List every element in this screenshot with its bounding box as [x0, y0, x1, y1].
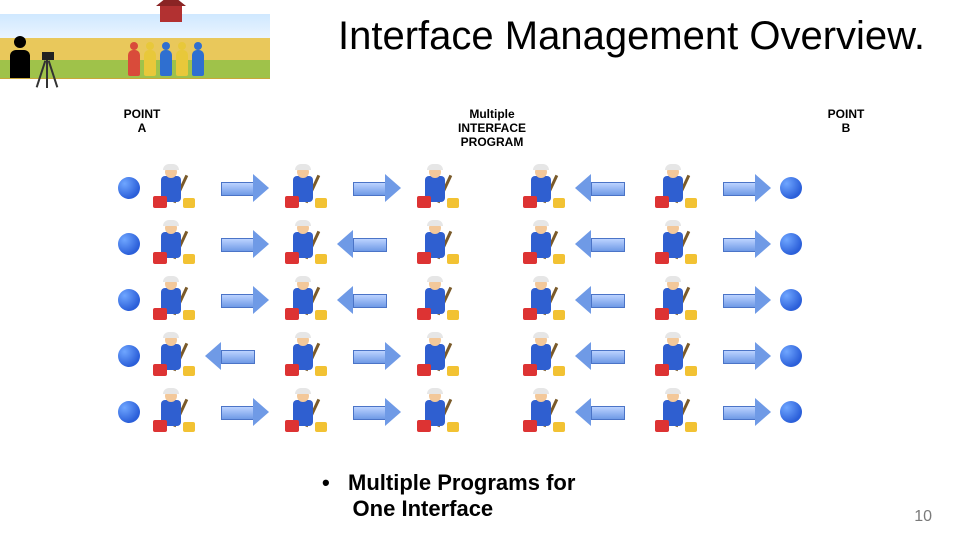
arrow-right-icon	[714, 276, 774, 324]
crowd-person-icon	[160, 50, 172, 76]
arrow-left-icon	[582, 220, 642, 268]
worker-icon	[410, 388, 470, 436]
worker-icon	[278, 164, 338, 212]
endpoint-dot	[780, 401, 802, 423]
worker-icon	[146, 276, 206, 324]
header-banner	[0, 14, 270, 78]
arrow-right-icon	[714, 332, 774, 380]
arrow-left-icon	[212, 332, 272, 380]
worker-icon	[648, 276, 708, 324]
endpoint-dot	[118, 345, 140, 367]
arrow-left-icon	[582, 164, 642, 212]
surveyor-icon	[6, 36, 34, 88]
label-point-b: POINT B	[822, 108, 870, 136]
page-number: 10	[914, 508, 932, 526]
crowd-person-icon	[176, 50, 188, 76]
diagram-row	[118, 160, 858, 216]
worker-icon	[516, 220, 576, 268]
worker-icon	[648, 220, 708, 268]
tripod-icon	[34, 54, 64, 88]
arrow-left-icon	[582, 332, 642, 380]
worker-icon	[278, 388, 338, 436]
arrow-left-icon	[582, 388, 642, 436]
arrow-right-icon	[212, 388, 272, 436]
arrow-right-icon	[212, 276, 272, 324]
arrow-right-icon	[212, 164, 272, 212]
arrow-right-icon	[344, 332, 404, 380]
arrow-left-icon	[344, 220, 404, 268]
endpoint-dot	[780, 177, 802, 199]
worker-icon	[410, 164, 470, 212]
worker-icon	[516, 332, 576, 380]
diagram-row	[118, 272, 858, 328]
crowd-icon	[128, 50, 204, 76]
diagram-row	[118, 216, 858, 272]
barn-icon	[160, 4, 182, 22]
worker-icon	[410, 276, 470, 324]
worker-icon	[146, 332, 206, 380]
worker-icon	[278, 220, 338, 268]
label-point-a: POINT A	[118, 108, 166, 136]
diagram-grid	[118, 160, 858, 440]
endpoint-dot	[780, 233, 802, 255]
arrow-right-icon	[714, 164, 774, 212]
slide-title: Interface Management Overview.	[338, 14, 925, 59]
worker-icon	[648, 332, 708, 380]
arrow-right-icon	[344, 164, 404, 212]
arrow-right-icon	[344, 388, 404, 436]
endpoint-dot	[780, 345, 802, 367]
arrow-right-icon	[212, 220, 272, 268]
worker-icon	[516, 276, 576, 324]
endpoint-dot	[118, 289, 140, 311]
arrow-left-icon	[582, 276, 642, 324]
crowd-person-icon	[144, 50, 156, 76]
endpoint-dot	[780, 289, 802, 311]
banner-sky	[0, 14, 270, 38]
arrow-right-icon	[714, 388, 774, 436]
arrow-left-icon	[344, 276, 404, 324]
worker-icon	[146, 220, 206, 268]
diagram-row	[118, 384, 858, 440]
worker-icon	[278, 332, 338, 380]
worker-icon	[648, 164, 708, 212]
arrow-right-icon	[714, 220, 774, 268]
endpoint-dot	[118, 177, 140, 199]
worker-icon	[410, 332, 470, 380]
crowd-person-icon	[192, 50, 204, 76]
bullet-text: • Multiple Programs for One Interface	[322, 470, 575, 523]
crowd-person-icon	[128, 50, 140, 76]
slide: Interface Management Overview. POINT A M…	[0, 0, 960, 540]
endpoint-dot	[118, 401, 140, 423]
label-middle: Multiple INTERFACE PROGRAM	[452, 108, 532, 149]
worker-icon	[278, 276, 338, 324]
worker-icon	[146, 164, 206, 212]
worker-icon	[146, 388, 206, 436]
diagram-row	[118, 328, 858, 384]
worker-icon	[516, 388, 576, 436]
endpoint-dot	[118, 233, 140, 255]
worker-icon	[410, 220, 470, 268]
worker-icon	[648, 388, 708, 436]
worker-icon	[516, 164, 576, 212]
